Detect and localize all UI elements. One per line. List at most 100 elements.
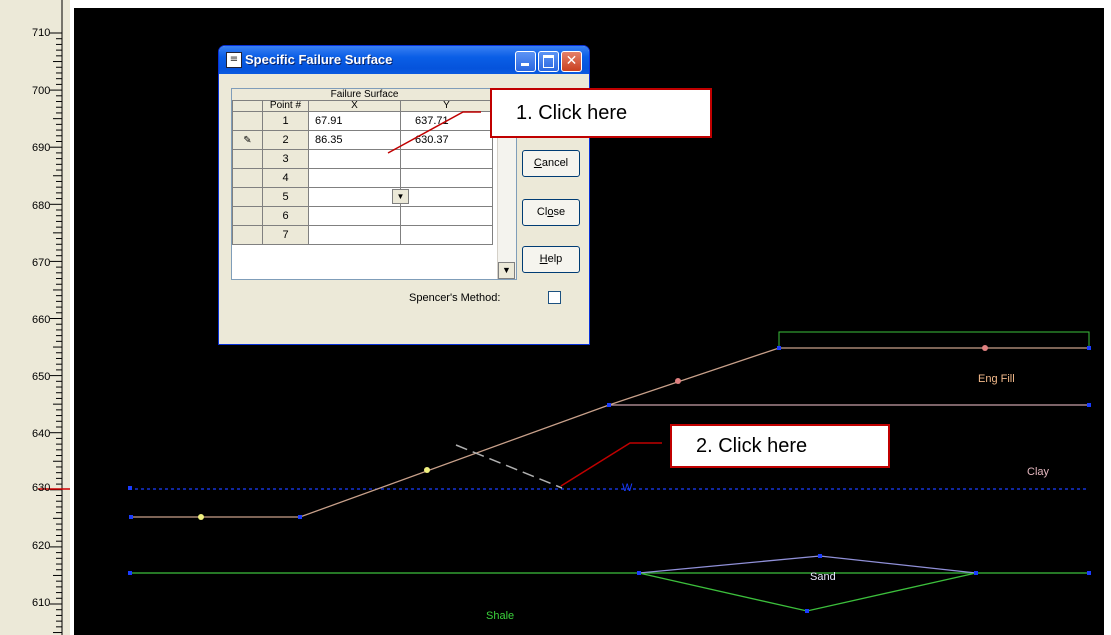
row-selector-header: [232, 100, 263, 112]
point-number: 3: [262, 149, 309, 169]
table-header-row: Point # X Y: [232, 100, 493, 112]
dialog-titlebar[interactable]: ≡ Specific Failure Surface ✕: [219, 46, 589, 74]
vertex[interactable]: [1087, 403, 1091, 407]
table-icon: ≡: [226, 52, 242, 68]
vertex[interactable]: [637, 571, 641, 575]
failure-surface-grid[interactable]: Failure Surface Point # X Y 1 67.91 637.…: [231, 88, 517, 280]
scroll-down-button[interactable]: ▼: [498, 262, 515, 279]
close-window-button[interactable]: ✕: [561, 51, 582, 72]
pencil-edit-icon: ✎: [243, 135, 252, 146]
ground-surface-line[interactable]: [132, 347, 1089, 518]
vertex[interactable]: [777, 346, 781, 350]
material-point[interactable]: [982, 345, 988, 351]
maximize-button[interactable]: [538, 51, 559, 72]
minimize-button[interactable]: [515, 51, 536, 72]
vertex[interactable]: [128, 486, 132, 490]
x-cell[interactable]: [308, 225, 401, 245]
table-row[interactable]: 4: [232, 168, 493, 188]
y-cell[interactable]: [400, 149, 493, 169]
x-value-dropdown-button[interactable]: ▼: [392, 189, 409, 204]
close-button[interactable]: Close: [522, 199, 580, 226]
table-row[interactable]: 5: [232, 187, 493, 207]
callout-two: 2. Click here: [670, 424, 890, 468]
y-cell[interactable]: 637.71: [400, 111, 493, 131]
ruler-label: 640: [32, 428, 51, 440]
y-cell[interactable]: [400, 187, 493, 207]
vertex[interactable]: [607, 403, 611, 407]
point-number: 6: [262, 206, 309, 226]
close-icon: ✕: [565, 53, 578, 69]
x-cell[interactable]: [308, 206, 401, 226]
vertex[interactable]: [298, 515, 302, 519]
sand-lens-bottom[interactable]: [638, 572, 977, 612]
row-selector[interactable]: [232, 149, 263, 169]
sand-lens-top[interactable]: [638, 555, 977, 574]
row-selector[interactable]: [232, 111, 263, 131]
vertex[interactable]: [818, 554, 822, 558]
column-header: Y: [400, 100, 493, 112]
table-row[interactable]: 6: [232, 206, 493, 226]
row-selector[interactable]: [232, 187, 263, 207]
x-cell[interactable]: [308, 149, 401, 169]
table-row[interactable]: 1 67.91 637.71: [232, 111, 493, 131]
shale-label: Shale: [486, 610, 515, 622]
help-button[interactable]: Help: [522, 246, 580, 273]
cancel-button[interactable]: Cancel: [522, 150, 580, 177]
spencer-method-checkbox[interactable]: [548, 291, 561, 304]
table-row[interactable]: ✎ 2 86.35 630.37: [232, 130, 493, 150]
ruler-label: 660: [32, 314, 51, 326]
point-number: 5: [262, 187, 309, 207]
vertex[interactable]: [974, 571, 978, 575]
row-selector[interactable]: [232, 168, 263, 188]
point-number: 7: [262, 225, 309, 245]
ruler-label: 680: [32, 200, 51, 212]
ruler-label: 710: [32, 27, 51, 39]
callout-one: 1. Click here: [490, 88, 712, 138]
ruler-label: 690: [32, 142, 51, 154]
vertex[interactable]: [1087, 346, 1091, 350]
ruler-label: 670: [32, 257, 51, 269]
table-row[interactable]: 7: [232, 225, 493, 245]
vertex[interactable]: [1087, 571, 1091, 575]
x-cell[interactable]: 67.91: [308, 111, 401, 131]
column-header: X: [308, 100, 401, 112]
y-cell[interactable]: [400, 206, 493, 226]
minimize-icon: [521, 63, 529, 66]
x-cell[interactable]: [308, 187, 401, 207]
row-selector[interactable]: ✎: [232, 130, 263, 150]
point-number: 1: [262, 111, 309, 131]
clay-label: Clay: [1027, 466, 1050, 478]
x-cell[interactable]: [308, 168, 401, 188]
ruler-label: 620: [32, 540, 51, 552]
vertex[interactable]: [128, 571, 132, 575]
row-selector[interactable]: [232, 206, 263, 226]
material-point[interactable]: [198, 514, 204, 520]
y-cell[interactable]: 630.37: [400, 130, 493, 150]
table-row[interactable]: 3: [232, 149, 493, 169]
column-header: Point #: [262, 100, 309, 112]
y-cell[interactable]: [400, 225, 493, 245]
points-table[interactable]: Point # X Y 1 67.91 637.71 ✎ 2 86.35 630…: [232, 100, 493, 245]
point-number: 4: [262, 168, 309, 188]
material-point[interactable]: [424, 467, 430, 473]
row-selector[interactable]: [232, 225, 263, 245]
arrow-down-icon: ▼: [502, 265, 511, 275]
failure-surface-line[interactable]: [455, 444, 563, 489]
x-cell[interactable]: 86.35: [308, 130, 401, 150]
eng-fill-region[interactable]: [778, 331, 1090, 349]
sand-label: Sand: [810, 571, 836, 583]
ruler-label: 700: [32, 85, 51, 97]
dialog-title: Specific Failure Surface: [245, 52, 393, 67]
y-cell[interactable]: [400, 168, 493, 188]
spencer-method-label: Spencer's Method:: [409, 292, 501, 304]
maximize-icon: [543, 55, 554, 68]
material-point[interactable]: [675, 378, 681, 384]
ruler-label: 630: [32, 482, 51, 494]
vertex[interactable]: [129, 515, 133, 519]
point-number: 2: [262, 130, 309, 150]
ruler-label: 610: [32, 597, 51, 609]
eng-fill-label: Eng Fill: [978, 373, 1015, 385]
vertex[interactable]: [805, 609, 809, 613]
chevron-down-icon: ▼: [396, 192, 405, 201]
water-table-marker: W: [622, 482, 633, 494]
